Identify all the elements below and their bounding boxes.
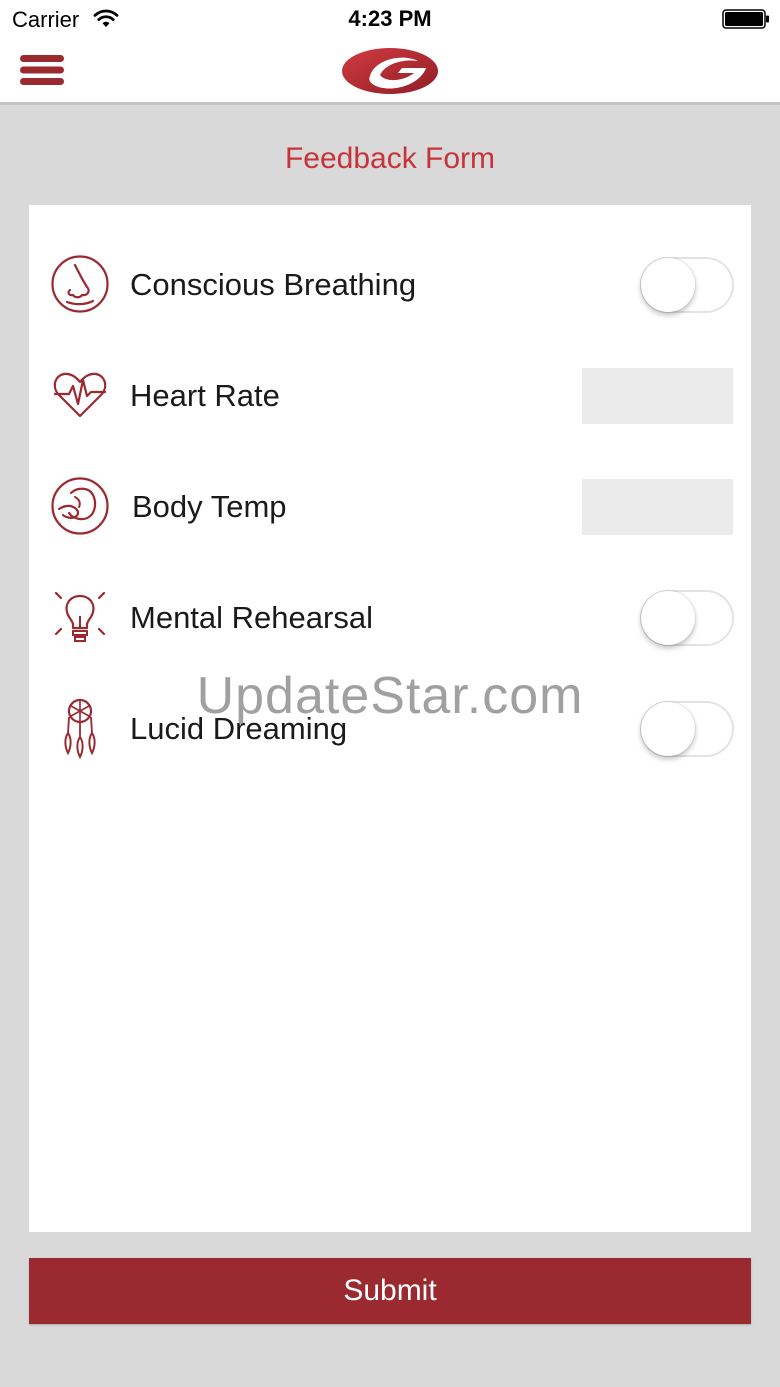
form-row-lucid-dreaming: Lucid Dreaming bbox=[29, 673, 751, 784]
form-row-body-temp: Body Temp bbox=[29, 451, 751, 562]
page-title: Feedback Form bbox=[284, 142, 496, 175]
heart-rate-label: Heart Rate bbox=[130, 378, 280, 413]
nav-bar bbox=[0, 40, 780, 105]
dreamcatcher-icon bbox=[64, 698, 96, 759]
body-temp-label: Body Temp bbox=[132, 489, 287, 524]
toggle-knob bbox=[641, 702, 695, 756]
mental-rehearsal-toggle[interactable] bbox=[640, 590, 734, 646]
battery-icon bbox=[722, 9, 769, 29]
mental-rehearsal-label: Mental Rehearsal bbox=[130, 600, 373, 635]
toggle-knob bbox=[641, 258, 695, 312]
body-temp-input[interactable] bbox=[582, 479, 733, 535]
toggle-knob bbox=[641, 591, 695, 645]
lightbulb-icon bbox=[54, 591, 106, 642]
nose-breathing-icon bbox=[51, 255, 109, 313]
status-bar: Carrier 4:23 PM bbox=[0, 0, 780, 40]
status-time: 4:23 PM bbox=[348, 6, 432, 31]
brand-logo-icon bbox=[342, 48, 438, 94]
conscious-breathing-toggle[interactable] bbox=[640, 257, 734, 313]
submit-button[interactable]: Submit bbox=[29, 1258, 751, 1324]
conscious-breathing-label: Conscious Breathing bbox=[130, 267, 417, 302]
lucid-dreaming-label: Lucid Dreaming bbox=[130, 711, 348, 746]
lucid-dreaming-toggle[interactable] bbox=[640, 701, 734, 757]
heart-rate-input[interactable] bbox=[582, 368, 733, 424]
form-row-conscious-breathing: Conscious Breathing bbox=[29, 229, 751, 340]
form-row-heart-rate: Heart Rate bbox=[29, 340, 751, 451]
body-temp-icon bbox=[51, 477, 109, 535]
form-row-mental-rehearsal: Mental Rehearsal bbox=[29, 562, 751, 673]
hamburger-menu-icon[interactable] bbox=[20, 54, 64, 86]
feedback-form-card: Conscious Breathing Heart Rate Body Temp bbox=[29, 205, 751, 1232]
heart-rate-icon bbox=[53, 372, 107, 418]
